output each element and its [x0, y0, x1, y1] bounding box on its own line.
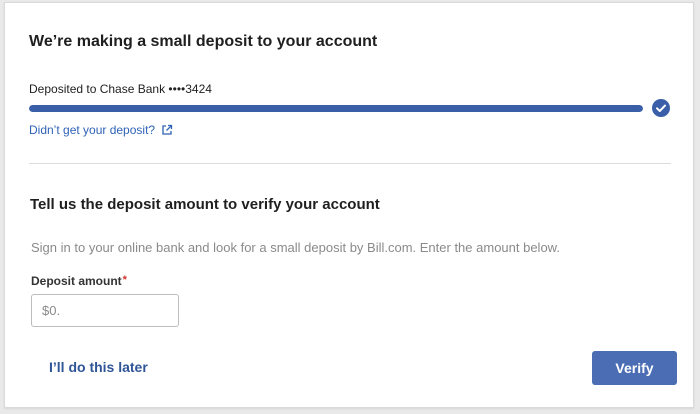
deposit-amount-label-text: Deposit amount: [31, 274, 122, 288]
deposited-to-label: Deposited to Chase Bank ••••3424: [29, 82, 212, 96]
deposit-progress-bar: [29, 105, 643, 112]
didnt-get-deposit-link[interactable]: Didn’t get your deposit?: [29, 123, 173, 137]
check-circle-icon: [652, 99, 670, 117]
verify-section-title: Tell us the deposit amount to verify you…: [30, 196, 380, 213]
deposit-amount-input[interactable]: [31, 294, 179, 327]
verify-instructions: Sign in to your online bank and look for…: [31, 240, 560, 255]
do-this-later-button[interactable]: I’ll do this later: [49, 359, 148, 375]
verify-button[interactable]: Verify: [592, 351, 677, 385]
deposit-title: We’re making a small deposit to your acc…: [29, 33, 378, 50]
deposit-verification-card: We’re making a small deposit to your acc…: [4, 2, 694, 408]
didnt-get-deposit-link-label: Didn’t get your deposit?: [29, 123, 156, 137]
external-link-icon: [161, 124, 173, 136]
required-marker: *: [122, 274, 127, 286]
deposit-amount-label: Deposit amount*: [31, 274, 127, 288]
deposit-progress-fill: [29, 105, 643, 112]
section-divider: [29, 163, 671, 164]
